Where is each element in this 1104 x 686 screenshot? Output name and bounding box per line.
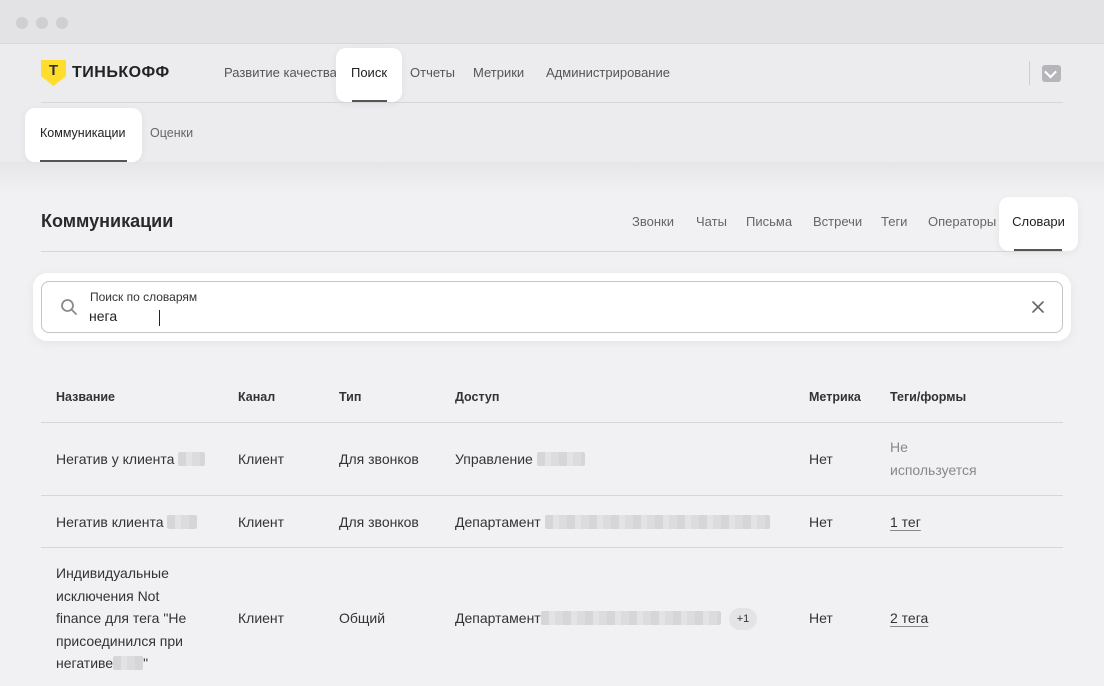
table-divider — [41, 495, 1063, 496]
tab-chats[interactable]: Чаты — [696, 214, 727, 229]
subnav-item-label: Коммуникации — [40, 126, 126, 140]
brand-logo[interactable]: Т ТИНЬКОФФ — [41, 60, 170, 86]
redacted-text — [544, 515, 770, 529]
topnav-item-reports[interactable]: Отчеты — [410, 65, 455, 80]
redacted-text — [540, 611, 721, 625]
tab-operators[interactable]: Операторы — [928, 214, 996, 229]
row-type: Для звонков — [339, 451, 419, 467]
row-metric: Нет — [809, 451, 833, 467]
column-header-channel[interactable]: Канал — [238, 390, 275, 404]
tab-calls[interactable]: Звонки — [632, 214, 674, 229]
row-channel: Клиент — [238, 451, 285, 467]
logo-letter: Т — [48, 62, 59, 79]
column-header-access[interactable]: Доступ — [455, 390, 499, 404]
column-header-metric[interactable]: Метрика — [809, 390, 861, 404]
search-icon — [61, 299, 77, 315]
row-tags-link[interactable]: 1 тег — [890, 511, 921, 534]
topnav-item-metrics[interactable]: Метрики — [473, 65, 524, 80]
app-header: Т ТИНЬКОФФ Развитие качества Поиск Отчет… — [0, 44, 1104, 162]
topnav-item-label: Поиск — [350, 65, 388, 80]
table-divider — [41, 547, 1063, 548]
row-type: Общий — [339, 610, 386, 626]
redacted-text — [113, 656, 144, 670]
table-divider — [41, 422, 1063, 423]
row-tags: Не используется — [890, 439, 977, 478]
row-name: Индивидуальные исключения Not finance дл… — [56, 565, 187, 671]
search-field[interactable]: Поиск по словарям — [41, 281, 1063, 333]
row-access: Управление — [455, 448, 585, 471]
topnav-item-admin[interactable]: Администрирование — [546, 65, 670, 80]
content-divider — [41, 251, 1063, 252]
row-name: Негатив клиента — [56, 511, 198, 534]
window-titlebar — [0, 0, 1104, 44]
text-caret — [159, 310, 160, 326]
window-zoom-dot[interactable] — [56, 17, 68, 29]
column-header-tags[interactable]: Теги/формы — [890, 390, 966, 404]
row-tags-link[interactable]: 2 тега — [890, 607, 928, 630]
redacted-text — [167, 515, 198, 529]
shield-logo-icon: Т — [41, 60, 66, 86]
tab-tags[interactable]: Теги — [881, 214, 907, 229]
tab-meetings[interactable]: Встречи — [813, 214, 862, 229]
tab-letters[interactable]: Письма — [746, 214, 792, 229]
column-header-name[interactable]: Название — [56, 390, 115, 404]
column-header-type[interactable]: Тип — [339, 390, 361, 404]
topnav-item-search[interactable]: Поиск — [336, 48, 402, 102]
search-card: Поиск по словарям — [33, 273, 1071, 341]
subnav-item-ratings[interactable]: Оценки — [150, 126, 193, 140]
tab-dictionaries[interactable]: Словари — [999, 197, 1078, 251]
header-divider — [41, 102, 1063, 103]
tab-label: Словари — [1012, 214, 1065, 229]
row-channel: Клиент — [238, 514, 285, 530]
window-minimize-dot[interactable] — [36, 17, 48, 29]
row-channel: Клиент — [238, 610, 285, 626]
profile-menu-icon[interactable] — [1042, 65, 1061, 82]
page-title: Коммуникации — [41, 211, 174, 231]
redacted-text — [178, 452, 206, 466]
brand-name: ТИНЬКОФФ — [72, 64, 170, 81]
topnav-item-quality[interactable]: Развитие качества — [224, 65, 337, 80]
row-metric: Нет — [809, 514, 833, 530]
row-access: Департамент +1 — [455, 607, 758, 630]
access-more-badge[interactable]: +1 — [728, 608, 758, 630]
row-metric: Нет — [809, 610, 833, 626]
row-access: Департамент — [455, 511, 770, 534]
subnav-item-communications[interactable]: Коммуникации — [25, 108, 142, 162]
redacted-text — [536, 452, 585, 466]
search-input[interactable] — [89, 306, 989, 326]
row-type: Для звонков — [339, 514, 419, 530]
row-name: Негатив у клиента — [56, 448, 206, 471]
clear-icon[interactable] — [1030, 299, 1046, 315]
window-close-dot[interactable] — [16, 17, 28, 29]
header-separator — [1029, 61, 1030, 85]
main-content: Коммуникации Звонки Чаты Письма Встречи … — [0, 162, 1104, 686]
search-field-label: Поиск по словарям — [90, 290, 198, 304]
